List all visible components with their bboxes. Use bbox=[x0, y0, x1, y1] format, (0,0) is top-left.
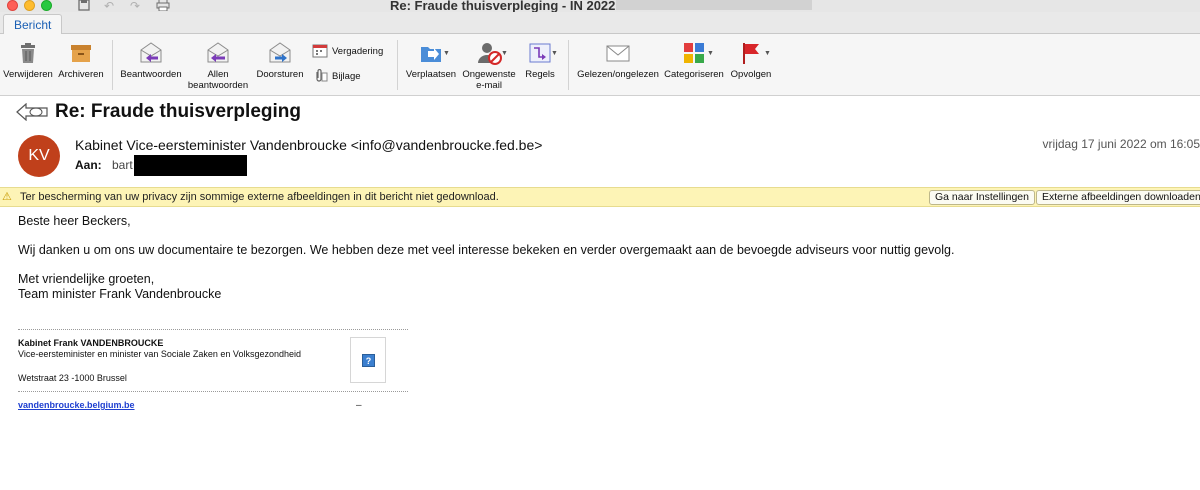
reply-conversation-icon bbox=[16, 102, 48, 126]
rules-button[interactable]: Regels bbox=[520, 40, 560, 80]
paperclip-icon bbox=[316, 69, 328, 82]
warning-icon: ⚠ bbox=[2, 191, 12, 203]
tab-bericht[interactable]: Bericht bbox=[3, 14, 63, 35]
signature-website-link[interactable]: vandenbroucke.belgium.be bbox=[18, 400, 135, 410]
junk-label-2: e-mail bbox=[476, 80, 502, 91]
forward-button[interactable]: Doorsturen bbox=[252, 40, 308, 80]
settings-button[interactable]: Ga naar Instellingen bbox=[929, 190, 1035, 205]
junk-mail-icon bbox=[478, 43, 502, 65]
signature-role: Vice-eersteminister en minister van Soci… bbox=[18, 349, 301, 359]
minimize-window-button[interactable] bbox=[24, 0, 35, 11]
junk-dropdown-icon[interactable]: ▼ bbox=[501, 50, 508, 57]
categorize-button[interactable]: Categoriseren bbox=[662, 40, 726, 80]
signature-address: Wetstraat 23 -1000 Brussel bbox=[18, 373, 127, 383]
categorize-dropdown-icon[interactable]: ▼ bbox=[707, 50, 714, 57]
signature-image-placeholder: ? bbox=[350, 337, 386, 383]
message-subject: Re: Fraude thuisverpleging bbox=[55, 101, 301, 122]
categorize-icon bbox=[684, 43, 704, 63]
privacy-notice-bar: ⚠ Ter bescherming van uw privacy zijn so… bbox=[0, 187, 1200, 207]
meeting-button[interactable]: Vergadering bbox=[312, 44, 383, 58]
archive-label: Archiveren bbox=[58, 69, 104, 80]
categorize-label: Categoriseren bbox=[664, 69, 724, 80]
reply-icon bbox=[140, 42, 162, 63]
reply-all-button[interactable]: Allen beantwoorden bbox=[186, 40, 250, 91]
message-date: vrijdag 17 juni 2022 om 16:05 bbox=[1042, 137, 1200, 151]
body-greeting: Beste heer Beckers, bbox=[18, 214, 131, 228]
rules-dropdown-icon[interactable]: ▼ bbox=[551, 50, 558, 57]
archive-button[interactable]: Archiveren bbox=[56, 40, 106, 80]
forward-label: Doorsturen bbox=[256, 69, 304, 80]
move-dropdown-icon[interactable]: ▼ bbox=[443, 50, 450, 57]
junk-button[interactable]: Ongewenste e-mail bbox=[460, 40, 518, 91]
missing-image-icon: ? bbox=[362, 354, 375, 367]
redacted-title-part bbox=[616, 0, 812, 10]
move-button[interactable]: Verplaatsen bbox=[402, 40, 460, 80]
title-bar: ↶ ↷ Re: Fraude thuisverpleging - IN 2022… bbox=[0, 0, 1200, 13]
follow-up-dropdown-icon[interactable]: ▼ bbox=[764, 50, 771, 57]
signature-divider bbox=[18, 391, 408, 392]
reply-all-label-2: beantwoorden bbox=[187, 80, 249, 91]
sender-avatar: KV bbox=[18, 135, 60, 177]
privacy-notice-text: Ter bescherming van uw privacy zijn somm… bbox=[20, 191, 499, 203]
download-images-button[interactable]: Externe afbeeldingen downloaden bbox=[1036, 190, 1200, 205]
signature-dash: – bbox=[356, 400, 362, 411]
delete-label: Verwijderen bbox=[3, 69, 53, 80]
ribbon-toolbar: Verwijderen Archiveren Beantwoorden Alle… bbox=[0, 34, 1200, 96]
sender-name[interactable]: Kabinet Vice-eersteminister Vandenbrouck… bbox=[75, 137, 542, 153]
junk-label-1: Ongewenste bbox=[462, 69, 516, 80]
toolbar-separator bbox=[397, 40, 398, 90]
ribbon-tab-bar: Bericht bbox=[0, 12, 1200, 35]
follow-up-label: Opvolgen bbox=[730, 69, 772, 80]
signature-divider bbox=[18, 329, 408, 330]
zoom-window-button[interactable] bbox=[41, 0, 52, 11]
reply-label: Beantwoorden bbox=[120, 69, 182, 80]
signature-name: Kabinet Frank VANDENBROUCKE bbox=[18, 338, 164, 348]
reply-all-label-1: Allen bbox=[207, 69, 229, 80]
read-unread-button[interactable]: Gelezen/ongelezen bbox=[575, 40, 661, 80]
follow-up-button[interactable]: Opvolgen bbox=[728, 40, 774, 80]
body-signoff: Team minister Frank Vandenbroucke bbox=[18, 287, 222, 301]
redacted-recipient bbox=[134, 155, 247, 176]
close-window-button[interactable] bbox=[7, 0, 18, 11]
body-closing: Met vriendelijke groeten, bbox=[18, 272, 155, 286]
flag-icon bbox=[743, 43, 759, 64]
attachment-label: Bijlage bbox=[332, 70, 361, 82]
delete-button[interactable]: Verwijderen bbox=[2, 40, 54, 80]
move-label: Verplaatsen bbox=[405, 69, 457, 80]
toolbar-separator bbox=[112, 40, 113, 90]
read-unread-label: Gelezen/ongelezen bbox=[577, 69, 659, 80]
forward-icon bbox=[269, 42, 291, 63]
attachment-button[interactable]: Bijlage bbox=[312, 69, 361, 83]
envelope-icon bbox=[606, 45, 630, 62]
move-folder-icon bbox=[421, 47, 441, 62]
meeting-label: Vergadering bbox=[332, 45, 384, 57]
to-label: Aan: bbox=[75, 158, 102, 172]
rules-label: Regels bbox=[525, 69, 555, 80]
rules-icon bbox=[529, 43, 551, 63]
body-paragraph: Wij danken u om ons uw documentaire te b… bbox=[18, 243, 955, 257]
reply-all-icon bbox=[207, 42, 229, 63]
archive-box-icon bbox=[71, 45, 91, 62]
reply-button[interactable]: Beantwoorden bbox=[118, 40, 184, 80]
toolbar-separator bbox=[568, 40, 569, 90]
to-recipient[interactable]: bart bbox=[112, 158, 133, 172]
calendar-icon bbox=[312, 44, 328, 58]
trash-icon bbox=[21, 43, 35, 63]
